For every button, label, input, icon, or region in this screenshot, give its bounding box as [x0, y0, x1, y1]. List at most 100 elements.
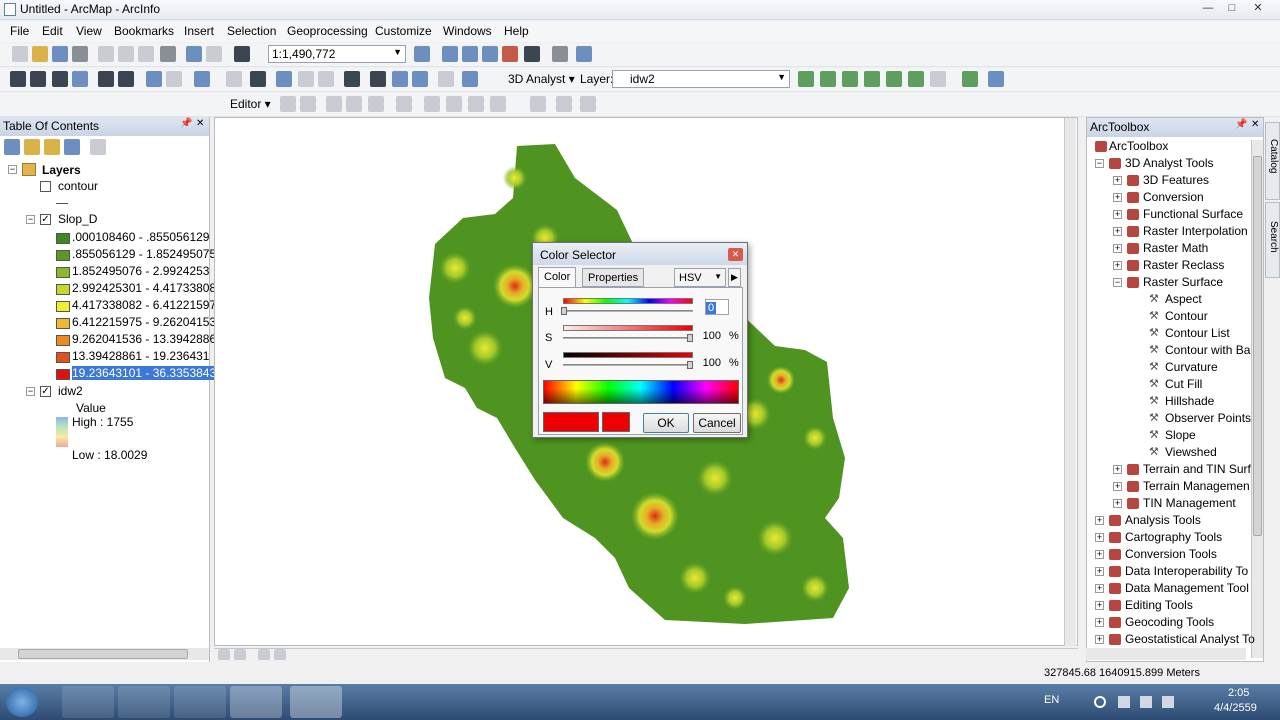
- layers-collapse[interactable]: −: [8, 165, 17, 174]
- sketch-properties-icon[interactable]: [490, 96, 506, 112]
- slop-d-checkbox[interactable]: ✓: [40, 214, 51, 225]
- slop-d-collapse[interactable]: −: [26, 215, 35, 224]
- interpolate-line-icon[interactable]: [864, 71, 880, 87]
- more-arrow-icon[interactable]: ▶: [728, 268, 741, 287]
- search-window-icon[interactable]: [482, 46, 498, 62]
- toolbox-item[interactable]: Analysis Tools: [1125, 513, 1201, 527]
- toolbox-h-scrollbar[interactable]: [1086, 648, 1246, 660]
- line-of-sight-icon[interactable]: [930, 71, 946, 87]
- slope-class-label[interactable]: 9.262041536 - 13.3942886: [72, 332, 216, 346]
- saturation-slider-thumb[interactable]: [687, 334, 693, 342]
- cut-icon[interactable]: [98, 46, 114, 62]
- slope-class-label[interactable]: 6.412215975 - 9.262041535: [72, 315, 223, 329]
- select-elements-icon[interactable]: [250, 71, 266, 87]
- chrome-icon[interactable]: [230, 686, 282, 718]
- toolbox-item[interactable]: Terrain Managemen: [1143, 479, 1250, 493]
- internet-explorer-icon[interactable]: [62, 686, 114, 718]
- fixed-zoom-out-icon[interactable]: [118, 71, 134, 87]
- identify-icon[interactable]: [276, 71, 292, 87]
- create-features-icon[interactable]: [530, 96, 546, 112]
- trace-icon[interactable]: [368, 96, 384, 112]
- zoom-out-icon[interactable]: [30, 71, 46, 87]
- copy-icon[interactable]: [118, 46, 134, 62]
- tool-item[interactable]: Contour List: [1165, 326, 1230, 340]
- clock-date[interactable]: 4/4/2559: [1214, 702, 1257, 714]
- redo-icon[interactable]: [206, 46, 222, 62]
- tool-item[interactable]: Slope: [1165, 428, 1196, 442]
- toolbox-expander[interactable]: −: [1095, 159, 1104, 168]
- idw2-checkbox[interactable]: ✓: [40, 386, 51, 397]
- maximize-button[interactable]: □: [1220, 0, 1244, 17]
- layout-view-icon[interactable]: [218, 649, 230, 660]
- clear-selection-icon[interactable]: [226, 71, 242, 87]
- toolbox-expander[interactable]: +: [1113, 244, 1122, 253]
- rotate-tool-icon[interactable]: [446, 96, 462, 112]
- slope-class-label[interactable]: .000108460 - .855056129: [72, 230, 209, 244]
- toc-window-icon[interactable]: [442, 46, 458, 62]
- value-slider[interactable]: [563, 364, 693, 366]
- hue-slider-thumb[interactable]: [561, 307, 567, 315]
- map-scale-combo[interactable]: 1:1,490,772 ▼: [268, 45, 406, 63]
- map-v-scrollbar[interactable]: [1064, 118, 1076, 646]
- arctoolbox-root[interactable]: ArcToolbox: [1109, 139, 1168, 153]
- toolbox-expander[interactable]: +: [1095, 601, 1104, 610]
- toolbox-scroll-thumb[interactable]: [1253, 156, 1262, 536]
- zoom-in-icon[interactable]: [10, 71, 26, 87]
- add-data-icon[interactable]: [234, 46, 250, 62]
- save-icon[interactable]: [52, 46, 68, 62]
- tool-item[interactable]: Cut Fill: [1165, 377, 1202, 391]
- toolbox-item[interactable]: Terrain and TIN Surf: [1143, 462, 1251, 476]
- toolbox-expander[interactable]: −: [1113, 278, 1122, 287]
- toolbox-item[interactable]: Conversion: [1143, 190, 1204, 204]
- flag-tray-icon[interactable]: [1118, 696, 1130, 708]
- menu-bookmarks[interactable]: Bookmarks: [114, 24, 174, 38]
- toolbox-expander[interactable]: +: [1095, 516, 1104, 525]
- tool-item[interactable]: Observer Points: [1165, 411, 1251, 425]
- toolbox-expander[interactable]: +: [1095, 635, 1104, 644]
- toolbox-item[interactable]: 3D Analyst Tools: [1125, 156, 1214, 170]
- tool-item[interactable]: Hillshade: [1165, 394, 1214, 408]
- python-window-icon[interactable]: [524, 46, 540, 62]
- language-indicator[interactable]: EN: [1044, 694, 1059, 706]
- slope-class-label[interactable]: .855056129 - 1.852495075: [72, 247, 216, 261]
- toolbox-item[interactable]: 3D Features: [1143, 173, 1209, 187]
- slope-class-swatch[interactable]: [56, 352, 70, 363]
- layer-contour[interactable]: contour: [58, 179, 98, 193]
- toolbox-expander[interactable]: +: [1113, 210, 1122, 219]
- slope-class-swatch[interactable]: [56, 284, 70, 295]
- toolbox-expander[interactable]: +: [1113, 261, 1122, 270]
- start-button[interactable]: [6, 687, 38, 717]
- contour-checkbox[interactable]: [40, 181, 51, 192]
- slope-class-label[interactable]: 4.417338082 - 6.412215974: [72, 298, 223, 312]
- sync-tray-icon[interactable]: [1094, 696, 1106, 708]
- pause-drawing-icon[interactable]: [274, 649, 286, 660]
- arcmap-taskbar-icon[interactable]: [290, 686, 342, 718]
- toolbox-item[interactable]: Data Interoperability To: [1125, 564, 1248, 578]
- ok-button[interactable]: OK: [643, 413, 689, 433]
- menu-edit[interactable]: Edit: [42, 24, 63, 38]
- paste-icon[interactable]: [138, 46, 154, 62]
- toolbox-item[interactable]: Functional Surface: [1143, 207, 1243, 221]
- toolbox-expander[interactable]: +: [1095, 584, 1104, 593]
- layer-slop-d[interactable]: Slop_D: [58, 212, 97, 226]
- toolbox-expander[interactable]: +: [1095, 550, 1104, 559]
- print-icon[interactable]: [72, 46, 88, 62]
- value-value[interactable]: 100: [695, 357, 721, 369]
- hue-input[interactable]: 0: [705, 299, 729, 315]
- menu-help[interactable]: Help: [504, 24, 529, 38]
- select-features-icon[interactable]: [194, 71, 210, 87]
- slope-class-swatch[interactable]: [56, 318, 70, 329]
- slope-class-swatch[interactable]: [56, 267, 70, 278]
- list-by-selection-icon[interactable]: [64, 139, 80, 155]
- file-explorer-icon[interactable]: [118, 686, 170, 718]
- toolbox-item[interactable]: Cartography Tools: [1125, 530, 1222, 544]
- list-by-visibility-icon[interactable]: [44, 139, 60, 155]
- toolbox-expander[interactable]: +: [1113, 176, 1122, 185]
- catalog-window-icon[interactable]: [462, 46, 478, 62]
- arctoolbox-icon[interactable]: [502, 46, 518, 62]
- toolbox-item[interactable]: Raster Surface: [1143, 275, 1223, 289]
- slope-class-label[interactable]: 19.23643101 - 36.33538437: [72, 366, 223, 380]
- toolbox-expander[interactable]: +: [1113, 227, 1122, 236]
- full-extent-icon[interactable]: [72, 71, 88, 87]
- close-button[interactable]: ✕: [1246, 0, 1270, 17]
